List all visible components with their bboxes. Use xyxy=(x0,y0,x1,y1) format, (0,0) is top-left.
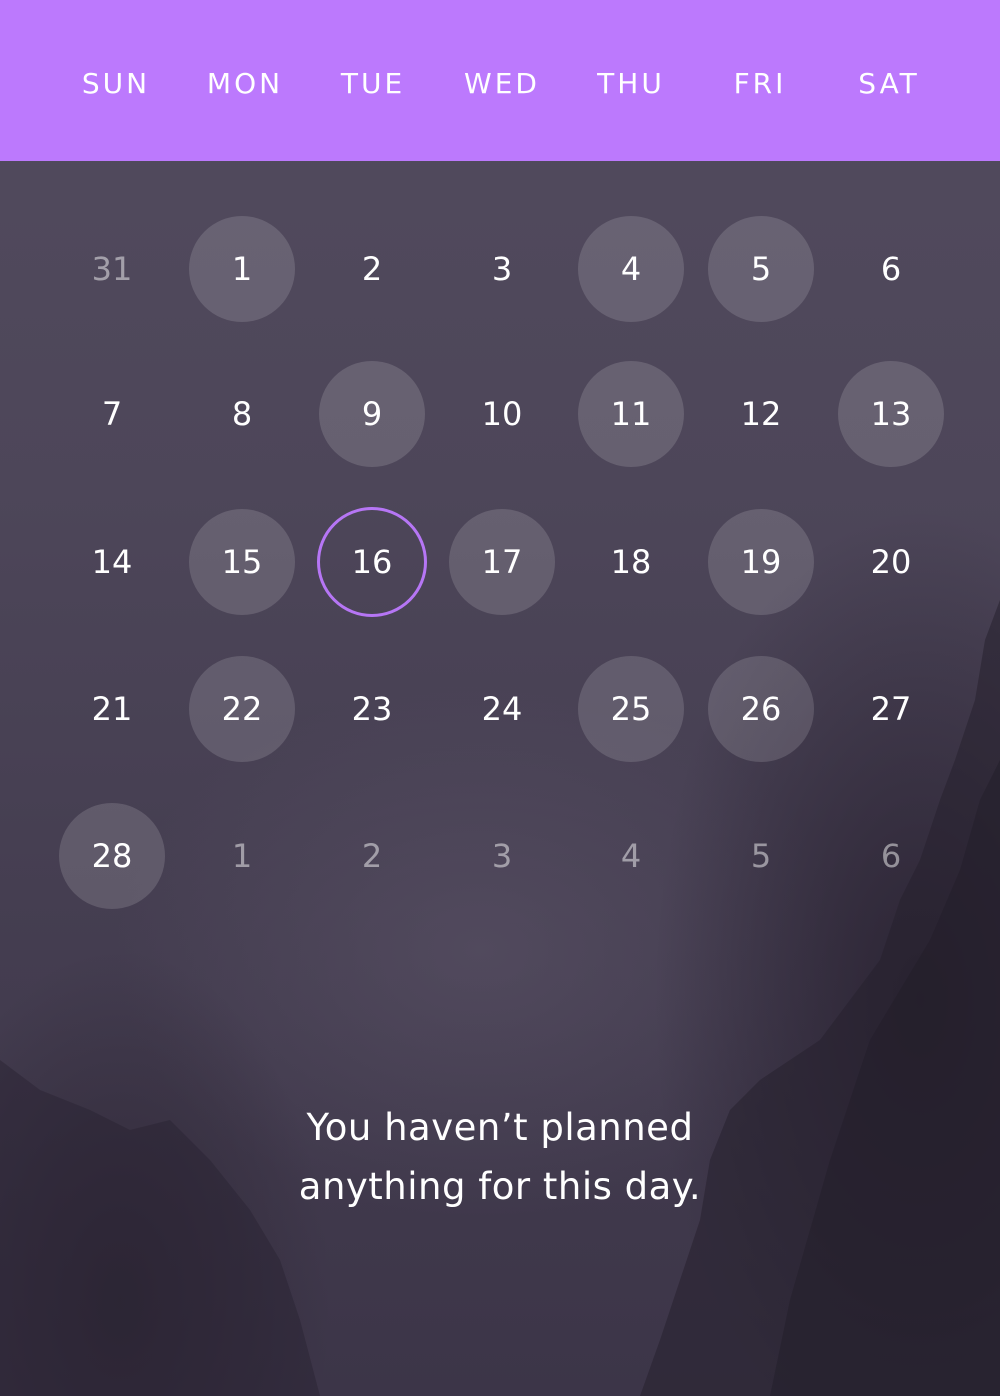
calendar-day[interactable]: 13 xyxy=(838,361,944,467)
calendar-day[interactable]: 2 xyxy=(319,216,425,322)
calendar-day[interactable]: 4 xyxy=(578,216,684,322)
calendar-day[interactable]: 4 xyxy=(578,803,684,909)
calendar-day[interactable]: 27 xyxy=(838,656,944,762)
calendar-day[interactable]: 6 xyxy=(838,803,944,909)
calendar-day[interactable]: 7 xyxy=(59,361,165,467)
weekday-fri: FRI xyxy=(733,67,787,100)
calendar-day[interactable]: 15 xyxy=(189,509,295,615)
empty-state-line-1: You haven’t planned xyxy=(306,1106,694,1149)
calendar-day[interactable]: 21 xyxy=(59,656,165,762)
calendar-day[interactable]: 3 xyxy=(449,216,555,322)
calendar-day[interactable]: 14 xyxy=(59,509,165,615)
calendar-day[interactable]: 12 xyxy=(708,361,814,467)
weekday-tue: TUE xyxy=(340,67,406,100)
weekday-thu: THU xyxy=(597,67,665,100)
calendar-day[interactable]: 19 xyxy=(708,509,814,615)
weekday-header: SUN MON TUE WED THU FRI SAT xyxy=(0,0,1000,161)
calendar-day[interactable]: 26 xyxy=(708,656,814,762)
weekday-sat: SAT xyxy=(858,67,920,100)
empty-state-message: You haven’t planned anything for this da… xyxy=(150,1098,850,1216)
calendar-day[interactable]: 18 xyxy=(578,509,684,615)
calendar-day[interactable]: 11 xyxy=(578,361,684,467)
calendar-day[interactable]: 20 xyxy=(838,509,944,615)
calendar-day[interactable]: 1 xyxy=(189,803,295,909)
calendar-day[interactable]: 31 xyxy=(59,216,165,322)
calendar-day[interactable]: 1 xyxy=(189,216,295,322)
calendar-day[interactable]: 17 xyxy=(449,509,555,615)
calendar-day[interactable]: 22 xyxy=(189,656,295,762)
calendar-day[interactable]: 8 xyxy=(189,361,295,467)
calendar-day[interactable]: 3 xyxy=(449,803,555,909)
calendar-day-selected[interactable]: 16 xyxy=(317,507,427,617)
calendar-day[interactable]: 24 xyxy=(449,656,555,762)
weekday-sun: SUN xyxy=(81,67,151,100)
calendar-day[interactable]: 28 xyxy=(59,803,165,909)
empty-state-line-2: anything for this day. xyxy=(298,1165,702,1208)
calendar-day[interactable]: 5 xyxy=(708,803,814,909)
calendar-day[interactable]: 5 xyxy=(708,216,814,322)
calendar-day[interactable]: 25 xyxy=(578,656,684,762)
weekday-mon: MON xyxy=(206,67,284,100)
calendar-day[interactable]: 6 xyxy=(838,216,944,322)
calendar-day[interactable]: 23 xyxy=(319,656,425,762)
calendar-day[interactable]: 10 xyxy=(449,361,555,467)
weekday-wed: WED xyxy=(464,67,540,100)
calendar-day[interactable]: 9 xyxy=(319,361,425,467)
calendar-day[interactable]: 2 xyxy=(319,803,425,909)
